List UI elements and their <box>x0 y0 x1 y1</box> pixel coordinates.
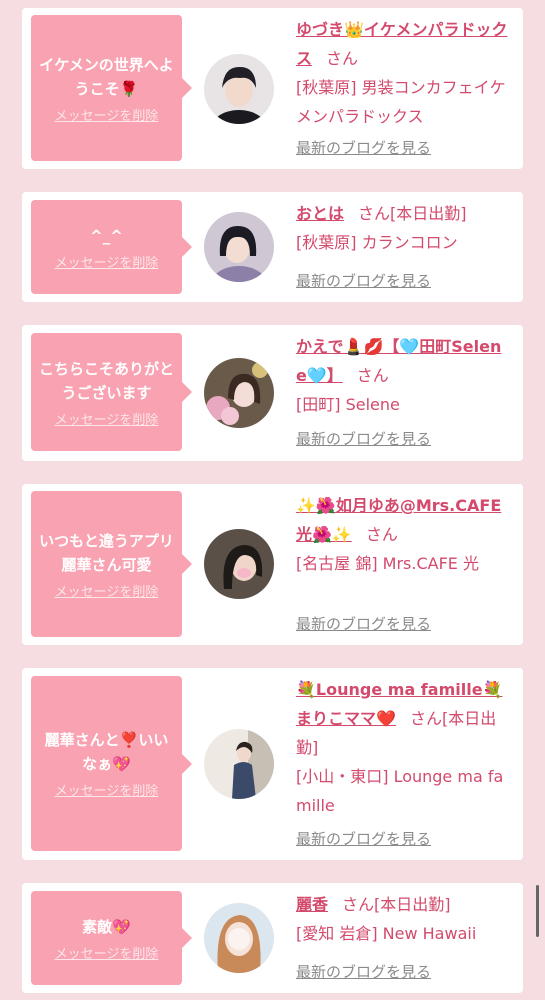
message-text: いつもと違うアプリ麗華さん可愛 <box>39 531 174 574</box>
delete-message-link[interactable]: メッセージを削除 <box>55 780 159 799</box>
status-text: [本日出勤] <box>390 204 467 223</box>
message-card: 素敵💖 メッセージを削除 麗香 さん[本日出勤] [愛知 岩倉] New Hawa… <box>22 883 523 993</box>
avatar-image <box>204 212 274 282</box>
scrollbar[interactable] <box>536 885 539 937</box>
message-card: ^_^ メッセージを削除 おとは さん[本日出勤] [秋葉原] カランコロン 最新… <box>22 192 523 302</box>
user-info: かえで💄💋【🩵田町Selene🩵】 さん [田町] Selene <box>296 332 508 419</box>
user-info: ✨🌺如月ゆあ@Mrs.CAFE光🌺✨ さん [名古屋 錦] Mrs.CAFE 光 <box>296 491 508 578</box>
shop-text: [小山・東口] Lounge ma famille <box>296 767 504 815</box>
honorific: さん <box>365 525 398 544</box>
honorific: さん <box>409 709 442 728</box>
status-text: [本日出勤] <box>374 895 451 914</box>
delete-message-link[interactable]: メッセージを削除 <box>55 105 159 124</box>
delete-message-link[interactable]: メッセージを削除 <box>55 409 159 428</box>
message-bubble: いつもと違うアプリ麗華さん可愛 メッセージを削除 <box>31 491 192 637</box>
message-text: 麗華さんと❣️いいなぁ💖 <box>44 731 169 773</box>
user-info: ゆづき👑イケメンパラドックス さん [秋葉原] 男装コンカフェイケメンパラドックス <box>296 15 508 131</box>
blog-link[interactable]: 最新のブログを見る <box>296 961 431 982</box>
message-bubble: イケメンの世界へようこそ🌹 メッセージを削除 <box>31 15 192 161</box>
user-name-link[interactable]: かえで💄💋【🩵田町Selene🩵】 <box>296 337 501 385</box>
user-name-link[interactable]: おとは <box>296 204 344 223</box>
user-name-link[interactable]: ✨🌺如月ゆあ@Mrs.CAFE光🌺✨ <box>296 496 501 544</box>
blog-link[interactable]: 最新のブログを見る <box>296 828 431 849</box>
message-card: 麗華さんと❣️いいなぁ💖 メッセージを削除 💐Lounge ma famille… <box>22 668 523 860</box>
shop-text: [秋葉原] カランコロン <box>296 233 458 252</box>
message-text: 素敵💖 <box>82 917 131 936</box>
avatar-image <box>204 903 274 973</box>
avatar[interactable] <box>204 358 274 428</box>
avatar[interactable] <box>204 529 274 599</box>
avatar-image <box>204 54 274 124</box>
avatar[interactable] <box>204 729 274 799</box>
message-bubble: 素敵💖 メッセージを削除 <box>31 891 192 985</box>
delete-message-link[interactable]: メッセージを削除 <box>55 252 159 271</box>
user-name-link[interactable]: 麗香 <box>296 895 328 914</box>
honorific: さん <box>358 204 391 223</box>
message-card: こちらこそありがとうございます メッセージを削除 かえで💄💋【🩵田町Selene… <box>22 325 523 461</box>
delete-message-link[interactable]: メッセージを削除 <box>55 943 159 962</box>
blog-link[interactable]: 最新のブログを見る <box>296 428 431 449</box>
user-info: 麗香 さん[本日出勤] [愛知 岩倉] New Hawaii <box>296 890 508 948</box>
blog-link[interactable]: 最新のブログを見る <box>296 137 431 158</box>
user-info: おとは さん[本日出勤] [秋葉原] カランコロン <box>296 199 508 257</box>
message-card: イケメンの世界へようこそ🌹 メッセージを削除 ゆづき👑イケメンパラドックス さん … <box>22 8 523 169</box>
message-bubble: 麗華さんと❣️いいなぁ💖 メッセージを削除 <box>31 676 192 851</box>
shop-text: [秋葉原] 男装コンカフェイケメンパラドックス <box>296 78 506 126</box>
shop-text: [田町] Selene <box>296 395 400 414</box>
message-text: ^_^ <box>90 226 123 245</box>
shop-text: [愛知 岩倉] New Hawaii <box>296 924 477 943</box>
blog-link[interactable]: 最新のブログを見る <box>296 270 431 291</box>
avatar[interactable] <box>204 212 274 282</box>
honorific: さん <box>326 49 359 68</box>
avatar-image <box>204 358 274 428</box>
honorific: さん <box>356 366 389 385</box>
user-info: 💐Lounge ma famille💐まりこママ❤️ さん[本日出勤] [小山・東… <box>296 675 508 820</box>
avatar[interactable] <box>204 903 274 973</box>
message-text: こちらこそありがとうございます <box>38 359 174 402</box>
avatar-image <box>204 729 274 799</box>
shop-text: [名古屋 錦] Mrs.CAFE 光 <box>296 554 479 573</box>
avatar[interactable] <box>204 54 274 124</box>
message-card: いつもと違うアプリ麗華さん可愛 メッセージを削除 ✨🌺如月ゆあ@Mrs.CAFE… <box>22 484 523 645</box>
message-bubble: こちらこそありがとうございます メッセージを削除 <box>31 333 192 451</box>
delete-message-link[interactable]: メッセージを削除 <box>55 581 159 600</box>
blog-link[interactable]: 最新のブログを見る <box>296 613 431 634</box>
message-bubble: ^_^ メッセージを削除 <box>31 200 192 294</box>
avatar-image <box>204 529 274 599</box>
message-text: イケメンの世界へようこそ🌹 <box>39 55 174 98</box>
honorific: さん <box>342 895 375 914</box>
